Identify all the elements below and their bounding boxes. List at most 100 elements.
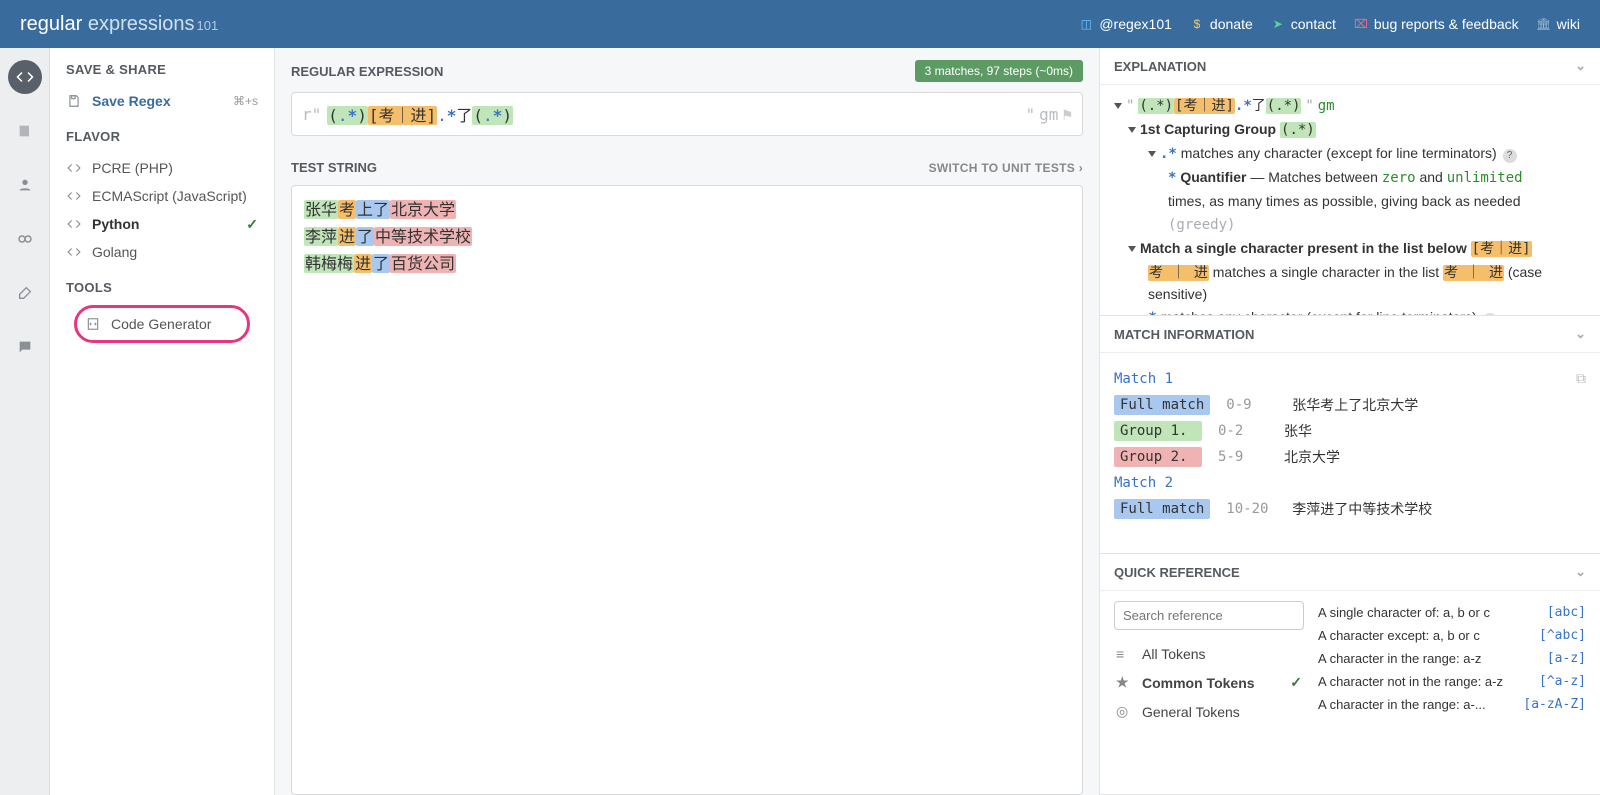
- regex-delim-open: r": [302, 105, 321, 124]
- help-icon[interactable]: ?: [1483, 313, 1497, 316]
- match-title: Match 1⧉: [1114, 371, 1586, 387]
- match-label: Full match: [1114, 395, 1210, 415]
- code-generator-item[interactable]: Code Generator: [85, 310, 239, 338]
- quickref-token-row[interactable]: A character not in the range: a-z [^a-z]: [1318, 670, 1586, 693]
- test-line: 李萍进了中等技术学校: [304, 223, 1070, 250]
- quickref-title: QUICK REFERENCE: [1114, 565, 1240, 580]
- regex-input[interactable]: r" (.*)[考｜进].*了(.*) " gm ⚑: [291, 92, 1083, 136]
- flag-icon[interactable]: ⚑: [1062, 105, 1072, 124]
- quickref-category[interactable]: ★Common Tokens✓: [1114, 668, 1304, 697]
- quickref-token-row[interactable]: A character in the range: a-...[a-zA-Z]: [1318, 693, 1586, 716]
- code-generator-icon: [85, 316, 101, 332]
- quickref-desc: A character not in the range: a-z: [1318, 674, 1503, 689]
- code-icon: [66, 244, 82, 260]
- quickref-token: [^abc]: [1539, 628, 1586, 643]
- logo-101: 101: [197, 18, 219, 33]
- match-range: 10-20: [1226, 501, 1276, 517]
- quickref-token-row[interactable]: A single character of: a, b or c[abc]: [1318, 601, 1586, 624]
- quickref-token: [a-zA-Z]: [1523, 697, 1586, 712]
- flavor-item[interactable]: Python✓: [66, 210, 258, 238]
- regex-delim-close: ": [1025, 105, 1035, 124]
- regex-flags[interactable]: gm: [1039, 105, 1058, 124]
- main-editor: REGULAR EXPRESSION 3 matches, 97 steps (…: [275, 48, 1100, 795]
- match-label: Group 1.: [1114, 421, 1202, 441]
- flavor-item[interactable]: Golang: [66, 238, 258, 266]
- save-regex-item[interactable]: Save Regex ⌘+s: [66, 87, 258, 115]
- external-link-icon[interactable]: ⧉: [1576, 371, 1586, 387]
- check-icon: ✓: [246, 216, 258, 233]
- logo[interactable]: regular expressions101: [20, 13, 218, 36]
- quickref-token-row[interactable]: A character in the range: a-z [a-z]: [1318, 647, 1586, 670]
- regex-editor-icon[interactable]: [8, 60, 42, 94]
- match-value: 李萍进了中等技术学校: [1292, 499, 1432, 519]
- match-value: 张华考上了北京大学: [1292, 395, 1418, 415]
- save-shortcut: ⌘+s: [233, 94, 258, 108]
- quickref-token: [a-z]: [1547, 651, 1586, 666]
- header-link-send[interactable]: ➤contact: [1271, 16, 1336, 32]
- match-row[interactable]: Full match 10-20 李萍进了中等技术学校: [1114, 499, 1586, 519]
- code-icon: [66, 160, 82, 176]
- regex-title: REGULAR EXPRESSION: [291, 64, 443, 79]
- save-regex-label: Save Regex: [92, 93, 171, 109]
- match-range: 0-9: [1226, 397, 1276, 413]
- icon-sidebar: [0, 48, 50, 795]
- star-icon: ★: [1116, 674, 1132, 691]
- quickref-desc: A character in the range: a-z: [1318, 651, 1481, 666]
- match-status-badge: 3 matches, 97 steps (~0ms): [915, 60, 1083, 82]
- logo-regular: regular: [20, 13, 82, 35]
- match-row[interactable]: Group 2.5-9北京大学: [1114, 447, 1586, 467]
- library-icon: 🏛: [1537, 17, 1551, 31]
- code-icon: [66, 216, 82, 232]
- list-icon: ≡: [1116, 646, 1132, 662]
- header-link-bug[interactable]: ⌧bug reports & feedback: [1354, 16, 1519, 32]
- regex-pattern: (.*)[考｜进].*了(.*): [327, 102, 513, 126]
- test-line: 张华考上了北京大学: [304, 196, 1070, 223]
- quickref-token-row[interactable]: A character except: a, b or c [^abc]: [1318, 624, 1586, 647]
- test-string-title: TEST STRING: [291, 160, 377, 175]
- debugger-icon[interactable]: [8, 222, 42, 256]
- flavor-item[interactable]: ECMAScript (JavaScript): [66, 182, 258, 210]
- collapse-matchinfo-icon[interactable]: ⌄: [1575, 326, 1586, 342]
- match-label: Full match: [1114, 499, 1210, 519]
- save-icon: [66, 93, 82, 109]
- chat-icon[interactable]: [8, 330, 42, 364]
- match-range: 0-2: [1218, 423, 1268, 439]
- quickref-category[interactable]: ◎General Tokens: [1114, 697, 1304, 726]
- explanation-title: EXPLANATION: [1114, 59, 1206, 74]
- header-link-twitter[interactable]: ◫@regex101: [1079, 16, 1172, 32]
- match-row[interactable]: Full match 0-9 张华考上了北京大学: [1114, 395, 1586, 415]
- collapse-explanation-icon[interactable]: ⌄: [1575, 58, 1586, 74]
- help-icon[interactable]: ?: [1503, 149, 1517, 163]
- flavor-title: FLAVOR: [66, 129, 258, 144]
- match-value: 张华: [1284, 421, 1312, 441]
- tools-title: TOOLS: [66, 280, 258, 295]
- check-icon: ✓: [1290, 674, 1302, 691]
- chevron-right-icon: ›: [1079, 161, 1083, 175]
- quickref-category[interactable]: ≡All Tokens: [1114, 640, 1304, 668]
- dollar-icon: $: [1190, 17, 1204, 31]
- header-link-dollar[interactable]: $donate: [1190, 16, 1253, 32]
- quickref-token: [^a-z]: [1539, 674, 1586, 689]
- match-value: 北京大学: [1284, 447, 1340, 467]
- test-string-input[interactable]: 张华考上了北京大学李萍进了中等技术学校韩梅梅进了百货公司: [291, 185, 1083, 795]
- switch-unit-tests-link[interactable]: SWITCH TO UNIT TESTS ›: [929, 161, 1083, 175]
- sidebar: SAVE & SHARE Save Regex ⌘+s FLAVOR PCRE …: [50, 48, 275, 795]
- header-link-library[interactable]: 🏛wiki: [1537, 16, 1580, 32]
- account-icon[interactable]: [8, 168, 42, 202]
- code-icon: [66, 188, 82, 204]
- twitter-icon: ◫: [1079, 17, 1093, 31]
- library-icon[interactable]: [8, 114, 42, 148]
- test-line: 韩梅梅进了百货公司: [304, 250, 1070, 277]
- settings-icon[interactable]: [8, 276, 42, 310]
- logo-expressions: expressions: [88, 13, 195, 35]
- match-title: Match 2: [1114, 475, 1586, 491]
- header: regular expressions101 ◫@regex101 $donate…: [0, 0, 1600, 48]
- explanation-body: " (.*)[考｜进].*了(.*) " gm 1st Capturing Gr…: [1100, 85, 1600, 315]
- quickref-desc: A character except: a, b or c: [1318, 628, 1480, 643]
- collapse-quickref-icon[interactable]: ⌄: [1575, 564, 1586, 580]
- match-row[interactable]: Group 1. 0-2 张华: [1114, 421, 1586, 441]
- header-links: ◫@regex101 $donate ➤contact ⌧bug reports & …: [1079, 16, 1580, 32]
- flavor-item[interactable]: PCRE (PHP): [66, 154, 258, 182]
- send-icon: ➤: [1271, 17, 1285, 31]
- quickref-search-input[interactable]: [1114, 601, 1304, 630]
